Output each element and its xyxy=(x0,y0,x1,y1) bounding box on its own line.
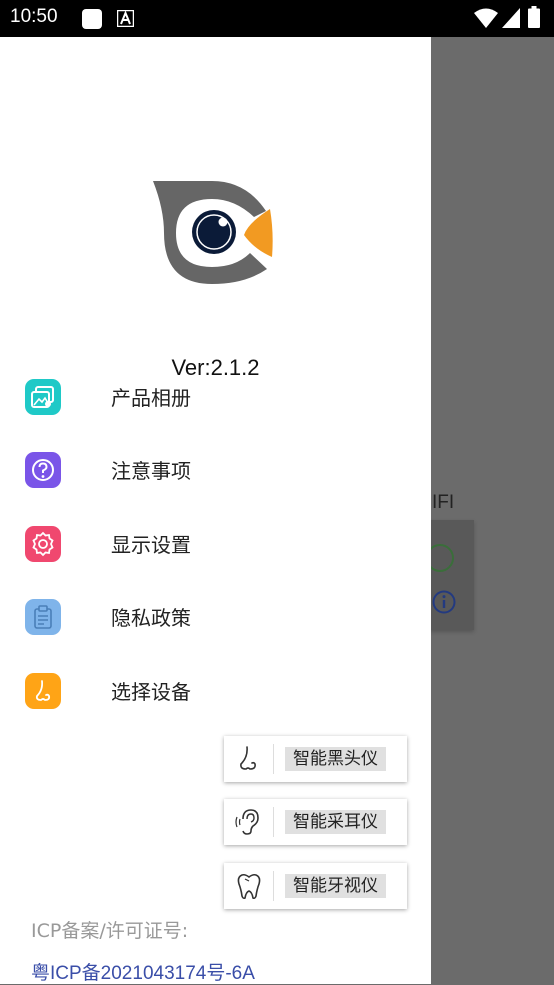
separator xyxy=(273,744,274,774)
background-card xyxy=(430,520,474,630)
album-icon xyxy=(25,379,61,415)
menu-item-privacy-policy[interactable]: 隐私政策 xyxy=(0,589,431,645)
menu-label: 显示设置 xyxy=(111,533,191,557)
status-bar: 10:50 xyxy=(0,0,554,37)
a-badge-icon xyxy=(117,10,134,27)
icp-label: ICP备案/许可证号: xyxy=(31,920,189,942)
device-ear-button[interactable]: 智能采耳仪 xyxy=(224,799,407,845)
nose-icon xyxy=(240,746,256,770)
help-icon xyxy=(25,452,61,488)
device-label: 智能牙视仪 xyxy=(285,874,386,898)
menu-item-select-device[interactable]: 选择设备 xyxy=(0,663,431,719)
menu-label: 隐私政策 xyxy=(111,606,191,630)
device-blackhead-button[interactable]: 智能黑头仪 xyxy=(224,736,407,782)
nose-icon xyxy=(25,673,61,709)
menu-label: 注意事项 xyxy=(111,459,191,483)
app-logo xyxy=(153,181,273,284)
ear-icon xyxy=(235,809,259,835)
info-icon xyxy=(432,590,456,614)
app-square-icon xyxy=(82,9,102,29)
background-partial-text: IFI xyxy=(432,492,455,513)
status-time: 10:50 xyxy=(10,6,58,27)
device-label: 智能采耳仪 xyxy=(285,810,386,834)
icp-number-link[interactable]: 粤ICP备2021043174号-6A xyxy=(31,958,255,985)
menu-item-display-settings[interactable]: 显示设置 xyxy=(0,516,431,572)
signal-icon xyxy=(502,8,520,28)
menu-label: 选择设备 xyxy=(111,680,191,704)
device-tooth-button[interactable]: 智能牙视仪 xyxy=(224,863,407,909)
clipboard-icon xyxy=(25,599,61,635)
toggle-circle-icon xyxy=(430,544,454,572)
separator xyxy=(273,807,274,837)
menu-item-album[interactable]: 产品相册 xyxy=(0,369,431,425)
gear-icon xyxy=(25,526,61,562)
wifi-icon xyxy=(474,8,498,28)
device-label: 智能黑头仪 xyxy=(285,747,386,771)
battery-icon xyxy=(528,6,540,28)
separator xyxy=(273,871,274,901)
navigation-drawer: Ver:2.1.2 产品相册 注意事项 显示设置 隐私政策 选择设备 智能黑头仪 xyxy=(0,37,431,984)
menu-label: 产品相册 xyxy=(111,386,191,410)
tooth-icon xyxy=(237,873,261,900)
menu-item-notes[interactable]: 注意事项 xyxy=(0,442,431,498)
